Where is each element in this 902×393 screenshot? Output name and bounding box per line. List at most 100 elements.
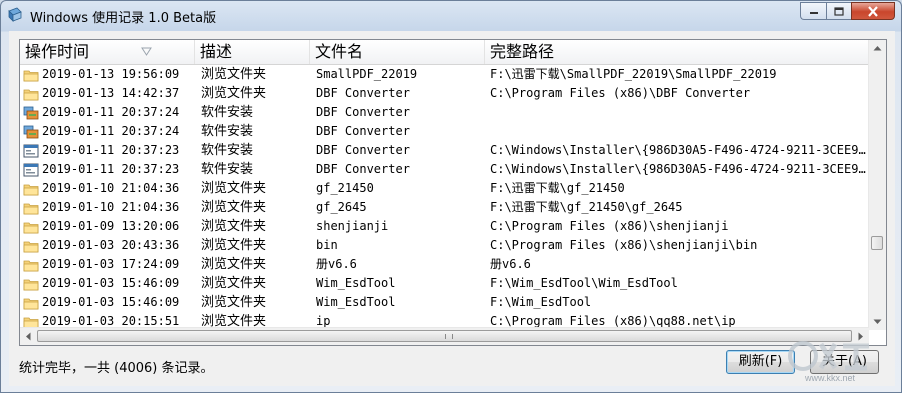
folder-icon — [23, 87, 39, 101]
time-text: 2019-01-11 20:37:23 — [42, 143, 180, 157]
cell-time: 2019-01-10 21:04:36 — [20, 179, 195, 198]
cell-full-path — [485, 122, 869, 141]
cell-description: 浏览文件夹 — [201, 257, 267, 272]
cell-time: 2019-01-11 20:37:24 — [20, 122, 195, 141]
cell-filename: DBF Converter — [316, 86, 410, 100]
vertical-scroll-thumb[interactable] — [871, 236, 883, 250]
folder-icon — [23, 68, 39, 82]
table-row[interactable]: 2019-01-03 20:43:36 浏览文件夹 bin C:\Program Fi… — [20, 236, 869, 255]
application-icon — [23, 163, 39, 177]
close-button[interactable] — [851, 2, 895, 20]
table-row[interactable]: 2019-01-13 14:42:37 浏览文件夹 DBF Converter C:\… — [20, 84, 869, 103]
window-title: Windows 使用记录 1.0 Beta版 — [30, 11, 217, 26]
cell-full-path: C:\Program Files (x86)\shenjianji — [490, 219, 729, 233]
cell-full-path: C:\Program Files (x86)\shenjianji\bin — [490, 238, 758, 252]
time-text: 2019-01-11 20:37:24 — [42, 124, 180, 138]
folder-icon — [23, 277, 39, 291]
cell-filename: Wim_EsdTool — [316, 276, 396, 290]
installer-icon — [23, 106, 39, 120]
column-header-filename[interactable]: 文件名 — [310, 40, 485, 64]
minimize-button[interactable] — [800, 2, 826, 20]
minimize-icon — [809, 12, 818, 14]
cell-time: 2019-01-03 15:46:09 — [20, 293, 195, 312]
maximize-icon — [834, 6, 844, 16]
cell-filename: gf_2645 — [316, 200, 367, 214]
time-text: 2019-01-03 15:46:09 — [42, 295, 180, 309]
cell-filename: 册v6.6 — [316, 257, 357, 271]
cell-description: 软件安装 — [201, 105, 254, 120]
installer-icon — [23, 125, 39, 139]
cell-full-path: F:\Wim_EsdTool — [490, 295, 592, 309]
close-icon — [868, 5, 878, 17]
column-header-label: 文件名 — [315, 42, 364, 61]
cell-time: 2019-01-13 14:42:37 — [20, 84, 195, 103]
cell-time: 2019-01-11 20:37:23 — [20, 141, 195, 160]
horizontal-scrollbar[interactable] — [20, 327, 869, 345]
cell-description: 软件安装 — [201, 162, 254, 177]
table-row[interactable]: 2019-01-03 17:24:09 浏览文件夹 册v6.6 册v6.6 — [20, 255, 869, 274]
table-row[interactable]: 2019-01-11 20:37:24 软件安装 DBF Converter — [20, 122, 869, 141]
time-text: 2019-01-03 20:43:36 — [42, 238, 180, 252]
folder-icon — [23, 296, 39, 310]
cell-filename: DBF Converter — [316, 143, 410, 157]
table-row[interactable]: 2019-01-03 15:46:09 浏览文件夹 Wim_EsdTool F:\Wi… — [20, 274, 869, 293]
cell-full-path: 册v6.6 — [490, 257, 531, 271]
time-text: 2019-01-13 19:56:09 — [42, 67, 180, 81]
status-text: 统计完毕，一共 (4006) 条记录。 — [19, 361, 214, 376]
sort-descending-icon — [141, 47, 152, 56]
column-header-full-path[interactable]: 完整路径 — [485, 40, 869, 64]
cell-description: 浏览文件夹 — [201, 181, 267, 196]
cell-filename: DBF Converter — [316, 105, 410, 119]
maximize-button[interactable] — [826, 2, 851, 20]
time-text: 2019-01-11 20:37:23 — [42, 162, 180, 176]
cell-filename: gf_21450 — [316, 181, 374, 195]
cell-description: 软件安装 — [201, 143, 254, 158]
site-watermark: www.kkx.net — [788, 341, 869, 383]
title-bar[interactable]: Windows 使用记录 1.0 Beta版 — [1, 1, 901, 29]
main-window: Windows 使用记录 1.0 Beta版 操作时间 描述 文件名 完整路径 — [0, 0, 902, 393]
cell-time: 2019-01-11 20:37:24 — [20, 103, 195, 122]
time-text: 2019-01-11 20:37:24 — [42, 105, 180, 119]
scroll-down-arrow-icon[interactable] — [873, 319, 882, 325]
cell-full-path: C:\Windows\Installer\{986D30A5-F496-4724… — [490, 162, 869, 176]
cell-time: 2019-01-10 21:04:36 — [20, 198, 195, 217]
scroll-up-arrow-icon[interactable] — [873, 45, 882, 51]
table-row[interactable]: 2019-01-09 13:20:06 浏览文件夹 shenjianji C:\Pro… — [20, 217, 869, 236]
time-text: 2019-01-03 17:24:09 — [42, 257, 180, 271]
vertical-scrollbar[interactable] — [868, 40, 886, 330]
cell-full-path: C:\Windows\Installer\{986D30A5-F496-4724… — [490, 143, 869, 157]
folder-icon — [23, 239, 39, 253]
time-text: 2019-01-10 21:04:36 — [42, 200, 180, 214]
cell-description: 浏览文件夹 — [201, 295, 267, 310]
time-text: 2019-01-13 14:42:37 — [42, 86, 180, 100]
scroll-left-arrow-icon[interactable] — [25, 332, 31, 341]
column-header-description[interactable]: 描述 — [195, 40, 310, 64]
horizontal-scroll-thumb[interactable] — [37, 330, 852, 342]
cell-description: 浏览文件夹 — [201, 238, 267, 253]
cell-description: 浏览文件夹 — [201, 67, 267, 82]
table-row[interactable]: 2019-01-03 15:46:09 浏览文件夹 Wim_EsdTool F:\Wi… — [20, 293, 869, 312]
cell-description: 浏览文件夹 — [201, 219, 267, 234]
cell-filename: SmallPDF_22019 — [316, 67, 418, 81]
cell-full-path: F:\迅雷下载\gf_21450\gf_2645 — [490, 200, 683, 214]
table-row[interactable]: 2019-01-10 21:04:36 浏览文件夹 gf_21450 F:\迅雷下载\… — [20, 179, 869, 198]
table-row[interactable]: 2019-01-13 19:56:09 浏览文件夹 SmallPDF_22019 F:… — [20, 65, 869, 84]
time-text: 2019-01-09 13:20:06 — [42, 219, 180, 233]
history-list[interactable]: 操作时间 描述 文件名 完整路径 2019-01-13 19:56:09 浏览文件… — [19, 39, 887, 346]
folder-icon — [23, 182, 39, 196]
table-row[interactable]: 2019-01-11 20:37:23 软件安装 DBF Converter C:\W… — [20, 141, 869, 160]
folder-icon — [23, 220, 39, 234]
cell-full-path: F:\迅雷下载\SmallPDF_22019\SmallPDF_22019 — [490, 67, 777, 81]
table-row[interactable]: 2019-01-10 21:04:36 浏览文件夹 gf_2645 F:\迅雷下载\g… — [20, 198, 869, 217]
cell-full-path — [485, 103, 869, 122]
table-row[interactable]: 2019-01-11 20:37:24 软件安装 DBF Converter — [20, 103, 869, 122]
app-icon — [8, 7, 22, 22]
column-header-label: 描述 — [200, 42, 233, 61]
cell-filename: DBF Converter — [316, 124, 410, 138]
time-text: 2019-01-03 15:46:09 — [42, 276, 180, 290]
cell-description: 软件安装 — [201, 124, 254, 139]
application-icon — [23, 144, 39, 158]
column-header-time[interactable]: 操作时间 — [20, 40, 195, 64]
table-row[interactable]: 2019-01-11 20:37:23 软件安装 DBF Converter C:\W… — [20, 160, 869, 179]
cell-description: 浏览文件夹 — [201, 86, 267, 101]
